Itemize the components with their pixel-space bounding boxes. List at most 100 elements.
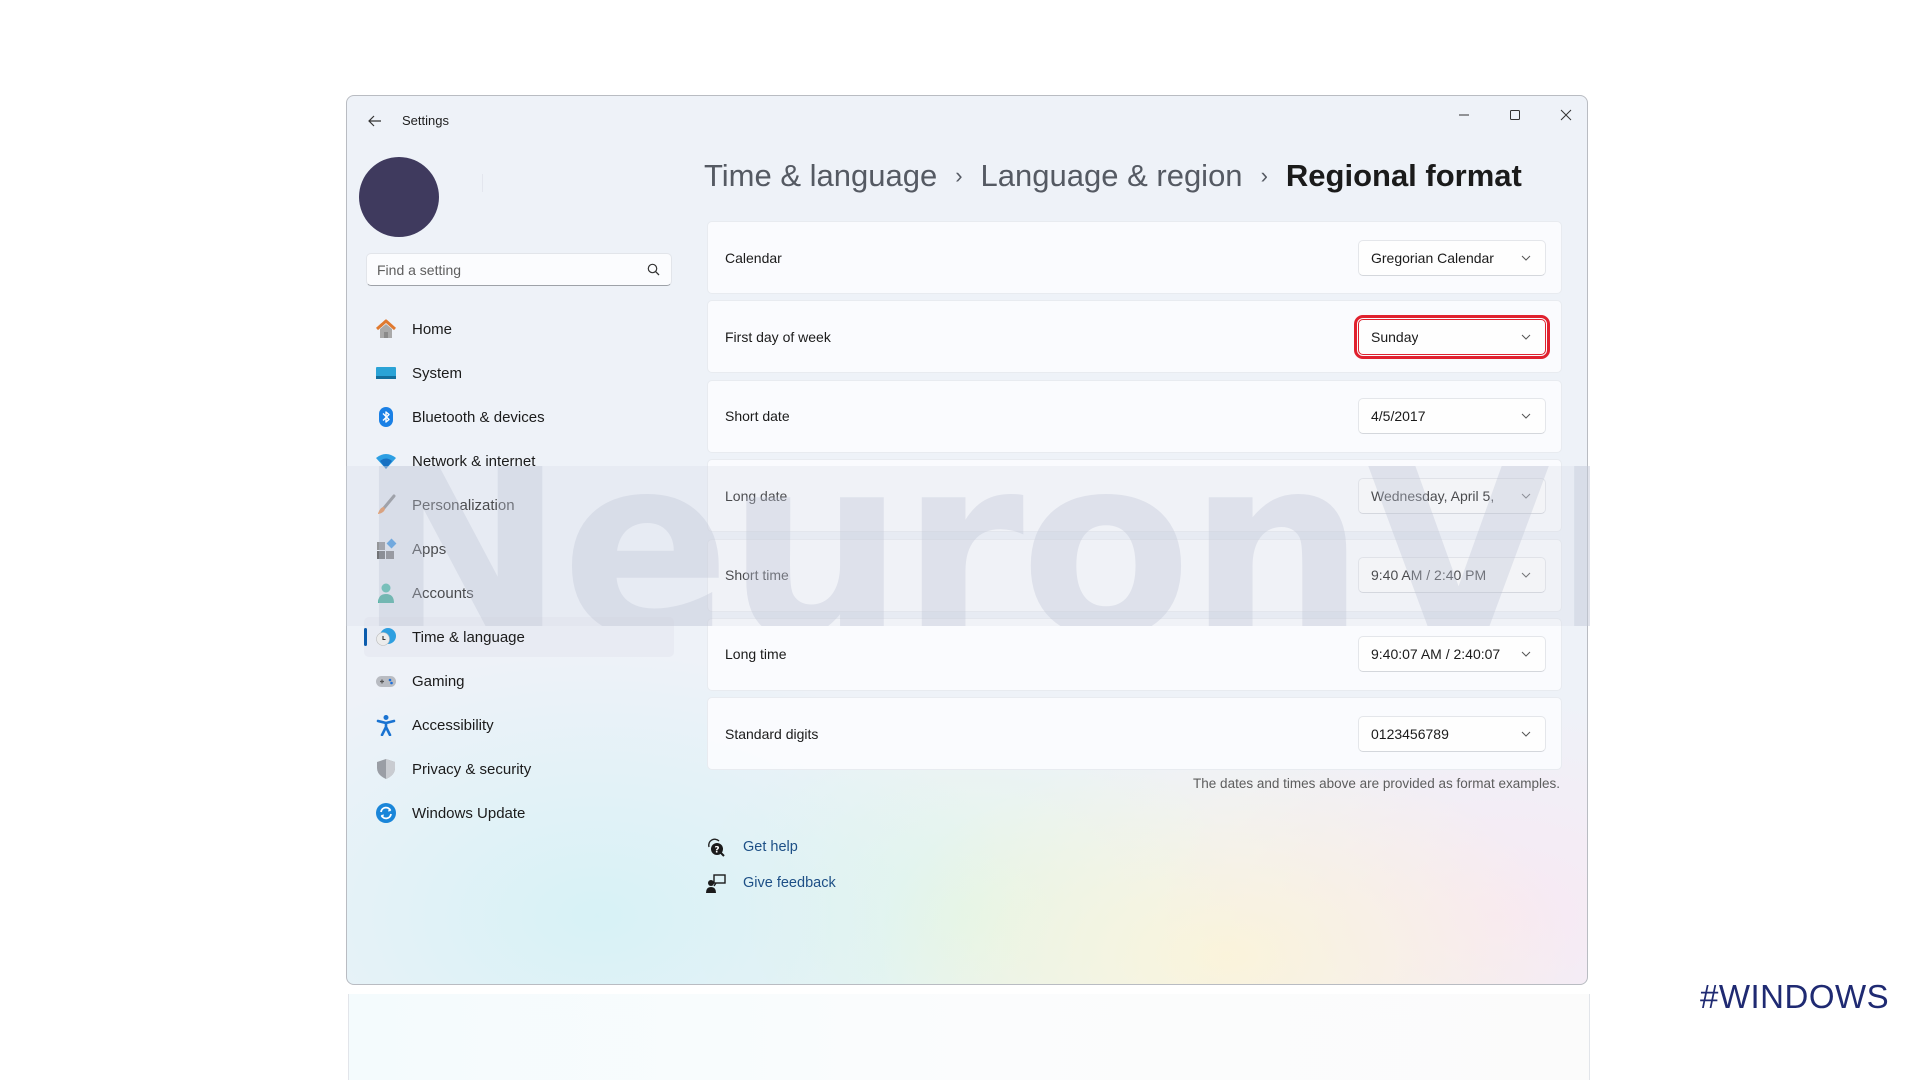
- sidebar-item-privacy-security[interactable]: Privacy & security: [364, 749, 674, 789]
- system-icon: [374, 361, 398, 385]
- minimize-button[interactable]: [1441, 100, 1487, 130]
- sidebar-item-label: Bluetooth & devices: [412, 408, 545, 426]
- setting-row-calendar: Calendar Gregorian Calendar: [707, 221, 1562, 294]
- breadcrumb-chevron-icon: ›: [955, 163, 963, 188]
- dropdown-value: Sunday: [1371, 328, 1419, 345]
- dropdown-value: 9:40 AM / 2:40 PM: [1371, 567, 1487, 584]
- chevron-down-icon: [1519, 251, 1533, 265]
- chevron-down-icon: [1519, 330, 1533, 344]
- setting-label: First day of week: [725, 328, 831, 345]
- breadcrumb-language-region[interactable]: Language & region: [981, 158, 1243, 194]
- shield-icon: [374, 757, 398, 781]
- setting-label: Short date: [725, 408, 790, 425]
- sidebar-item-home[interactable]: Home: [364, 309, 674, 349]
- setting-label: Long time: [725, 646, 787, 663]
- user-name-placeholder: [482, 174, 483, 192]
- sidebar-item-windows-update[interactable]: Windows Update: [364, 793, 674, 833]
- long-date-dropdown[interactable]: Wednesday, April 5,: [1358, 477, 1546, 514]
- sidebar-item-label: Gaming: [412, 672, 465, 690]
- maximize-button[interactable]: [1492, 100, 1538, 130]
- setting-row-short-time: Short time 9:40 AM / 2:40 PM: [707, 538, 1562, 612]
- breadcrumb: Time & language › Language & region › Re…: [704, 158, 1522, 194]
- close-button[interactable]: [1543, 100, 1587, 130]
- short-date-dropdown[interactable]: 4/5/2017: [1358, 398, 1546, 435]
- setting-row-long-date: Long date Wednesday, April 5,: [707, 459, 1562, 533]
- sidebar-item-label: Accounts: [412, 584, 474, 602]
- setting-label: Calendar: [725, 249, 782, 266]
- sidebar-item-gaming[interactable]: Gaming: [364, 661, 674, 701]
- sidebar-item-label: Time & language: [412, 628, 525, 646]
- give-feedback-label[interactable]: Give feedback: [743, 875, 836, 891]
- breadcrumb-chevron-icon: ›: [1260, 163, 1268, 188]
- time-language-icon: [374, 625, 398, 649]
- accessibility-icon: [374, 713, 398, 737]
- search-box[interactable]: [366, 253, 672, 286]
- calendar-dropdown[interactable]: Gregorian Calendar: [1358, 239, 1546, 276]
- search-icon[interactable]: [645, 262, 661, 278]
- minimize-icon: [1459, 114, 1469, 116]
- dropdown-value: Gregorian Calendar: [1371, 249, 1494, 266]
- give-feedback-link[interactable]: Give feedback: [705, 865, 836, 901]
- brush-icon: [374, 493, 398, 517]
- sidebar-item-label: Personalization: [412, 496, 515, 514]
- search-input[interactable]: [377, 261, 645, 278]
- sidebar-nav: Home System Bluetooth & devices Network …: [364, 309, 674, 837]
- close-icon: [1560, 109, 1572, 121]
- sidebar-item-label: Apps: [412, 540, 447, 558]
- background-window-fragment: [348, 994, 1590, 1080]
- sidebar-item-label: System: [412, 364, 463, 382]
- setting-row-short-date: Short date 4/5/2017: [707, 379, 1562, 453]
- chevron-down-icon: [1519, 409, 1533, 423]
- back-arrow-icon: [368, 115, 381, 127]
- title-bar: Settings: [347, 96, 1587, 144]
- chevron-down-icon: [1519, 727, 1533, 741]
- chevron-down-icon: [1519, 489, 1533, 503]
- dropdown-value: 4/5/2017: [1371, 408, 1426, 425]
- chevron-down-icon: [1519, 647, 1533, 661]
- windows-hashtag: #WINDOWS: [1700, 978, 1890, 1015]
- sidebar-item-label: Windows Update: [412, 804, 526, 822]
- sidebar-item-bluetooth[interactable]: Bluetooth & devices: [364, 397, 674, 437]
- setting-label: Short time: [725, 567, 789, 584]
- help-icon: ?: [705, 836, 727, 858]
- get-help-label[interactable]: Get help: [743, 839, 798, 855]
- accounts-icon: [374, 581, 398, 605]
- sidebar-item-label: Network & internet: [412, 452, 536, 470]
- short-time-dropdown[interactable]: 9:40 AM / 2:40 PM: [1358, 557, 1546, 594]
- setting-row-standard-digits: Standard digits 0123456789: [707, 697, 1562, 771]
- sidebar-item-network[interactable]: Network & internet: [364, 441, 674, 481]
- format-examples-note: The dates and times above are provided a…: [1193, 776, 1560, 791]
- regional-format-settings: Calendar Gregorian Calendar First day of…: [707, 221, 1562, 777]
- maximize-icon: [1510, 110, 1520, 120]
- standard-digits-dropdown[interactable]: 0123456789: [1358, 715, 1546, 752]
- sidebar-item-label: Accessibility: [412, 716, 494, 734]
- setting-row-long-time: Long time 9:40:07 AM / 2:40:07: [707, 617, 1562, 691]
- first-day-of-week-dropdown[interactable]: Sunday: [1354, 314, 1550, 359]
- setting-label: Standard digits: [725, 725, 819, 742]
- settings-window: Settings Home: [346, 95, 1588, 985]
- sidebar-item-personalization[interactable]: Personalization: [364, 485, 674, 525]
- page-title: Regional format: [1285, 158, 1522, 193]
- sidebar-item-accounts[interactable]: Accounts: [364, 573, 674, 613]
- sidebar-item-accessibility[interactable]: Accessibility: [364, 705, 674, 745]
- back-button[interactable]: [363, 109, 387, 133]
- setting-row-first-day-of-week: First day of week Sunday: [707, 300, 1562, 374]
- get-help-link[interactable]: ? Get help: [705, 829, 836, 865]
- long-time-dropdown[interactable]: 9:40:07 AM / 2:40:07: [1358, 636, 1546, 673]
- apps-icon: [374, 537, 398, 561]
- stage: Settings Home: [0, 0, 1920, 1080]
- home-icon: [374, 317, 398, 341]
- update-icon: [374, 801, 398, 825]
- bluetooth-icon: [374, 405, 398, 429]
- dropdown-value: Wednesday, April 5,: [1371, 487, 1495, 504]
- dropdown-value: 0123456789: [1371, 725, 1449, 742]
- breadcrumb-time-language[interactable]: Time & language: [704, 158, 937, 194]
- user-avatar[interactable]: [359, 157, 439, 237]
- sidebar-item-label: Home: [412, 320, 453, 338]
- sidebar-item-system[interactable]: System: [364, 353, 674, 393]
- sidebar-item-apps[interactable]: Apps: [364, 529, 674, 569]
- setting-label: Long date: [725, 487, 788, 504]
- sidebar-item-time-language[interactable]: Time & language: [364, 617, 674, 657]
- feedback-icon: [705, 872, 727, 894]
- svg-text:?: ?: [714, 846, 719, 856]
